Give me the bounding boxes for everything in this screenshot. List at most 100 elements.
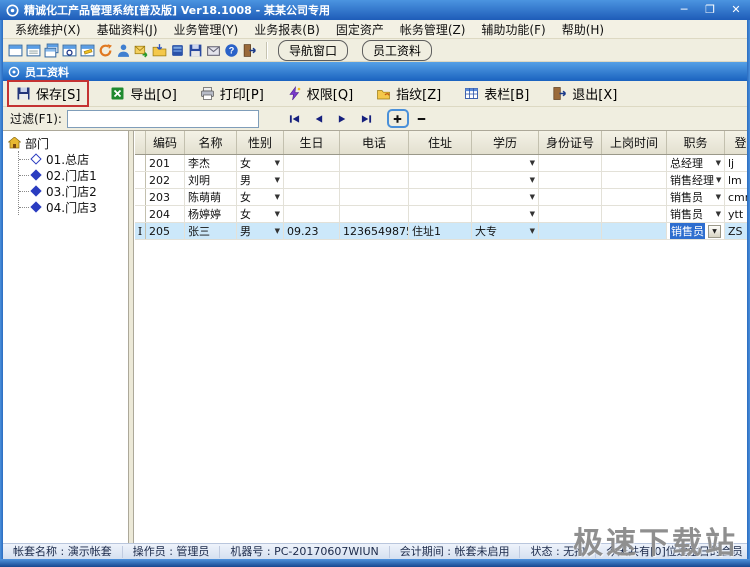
column-header-7[interactable]: 学历 [472, 131, 539, 154]
menu-item-2[interactable]: 基础资料(J) [89, 19, 166, 40]
action-button-6[interactable]: 表栏[B] [457, 82, 536, 105]
maximize-button[interactable]: ❐ [702, 3, 718, 17]
table-row[interactable]: 201李杰女▼▼总经理▼lj [135, 155, 747, 172]
menu-item-1[interactable]: 系统维护(X) [7, 19, 89, 40]
grid-cell[interactable]: 女▼ [237, 155, 284, 171]
dropdown-arrow-icon[interactable]: ▼ [528, 227, 535, 235]
grid-cell[interactable]: lm [725, 172, 747, 188]
cascade-windows-icon[interactable] [44, 43, 59, 58]
menu-item-5[interactable]: 固定资产 [328, 19, 392, 40]
help-icon[interactable]: ? [224, 43, 239, 58]
dropdown-arrow-icon[interactable]: ▼ [273, 227, 280, 235]
grid-cell[interactable]: 205 [146, 223, 185, 239]
add-record-button[interactable] [387, 109, 409, 128]
navigation-window-button[interactable]: 导航窗口 [278, 40, 348, 61]
tree-item-4[interactable]: 04.门店3 [19, 199, 126, 215]
dropdown-arrow-icon[interactable]: ▼ [273, 210, 280, 218]
grid-cell[interactable] [340, 189, 409, 205]
column-header-9[interactable]: 上岗时间 [602, 131, 667, 154]
close-button[interactable]: ✕ [728, 3, 744, 17]
column-header-1[interactable]: 编码 [146, 131, 185, 154]
menu-item-8[interactable]: 帮助(H) [554, 19, 612, 40]
grid-cell[interactable]: cmm [725, 189, 747, 205]
grid-cell[interactable]: 住址1 [409, 223, 472, 239]
grid-cell[interactable]: ▼ [472, 189, 539, 205]
table-row[interactable]: 202刘明男▼▼销售经理▼lm [135, 172, 747, 189]
grid-cell[interactable]: 202 [146, 172, 185, 188]
menu-item-7[interactable]: 辅助功能(F) [473, 19, 553, 40]
action-button-4[interactable]: 权限[Q] [280, 82, 360, 105]
search-window-icon[interactable] [62, 43, 77, 58]
grid-cell[interactable] [409, 189, 472, 205]
grid-cell[interactable] [539, 155, 602, 171]
grid-cell[interactable]: lj [725, 155, 747, 171]
grid-cell[interactable] [602, 172, 667, 188]
tree-grid-splitter[interactable] [129, 131, 134, 543]
grid-cell[interactable] [409, 172, 472, 188]
grid-cell[interactable] [284, 206, 340, 222]
grid-cell[interactable]: 大专▼ [472, 223, 539, 239]
column-header-4[interactable]: 生日 [284, 131, 340, 154]
grid-cell[interactable] [284, 172, 340, 188]
mail-export-icon[interactable] [134, 43, 149, 58]
next-record-button[interactable] [333, 111, 353, 127]
grid-cell[interactable]: 203 [146, 189, 185, 205]
table-row[interactable]: I205张三男▼09.2312365498751住址1大专▼销售员▼ZS [135, 223, 747, 240]
dropdown-arrow-icon[interactable]: ▼ [528, 193, 535, 201]
grid-cell[interactable]: 09.23 [284, 223, 340, 239]
dropdown-arrow-icon[interactable]: ▼ [528, 176, 535, 184]
exit-door-icon[interactable] [242, 43, 257, 58]
dropdown-arrow-icon[interactable]: ▼ [714, 159, 721, 167]
grid-cell[interactable] [602, 223, 667, 239]
grid-cell[interactable]: 12365498751 [340, 223, 409, 239]
delete-record-button[interactable] [412, 111, 432, 127]
table-row[interactable]: 203陈萌萌女▼▼销售员▼cmm [135, 189, 747, 206]
menu-item-4[interactable]: 业务报表(B) [246, 19, 328, 40]
grid-cell[interactable]: 陈萌萌 [185, 189, 237, 205]
dropdown-arrow-icon[interactable]: ▼ [714, 176, 721, 184]
folder-import-icon[interactable] [152, 43, 167, 58]
grid-cell[interactable] [409, 206, 472, 222]
tree-root-departments[interactable]: 部门 [8, 135, 126, 151]
grid-cell[interactable]: ▼ [472, 155, 539, 171]
grid-cell[interactable]: 刘明 [185, 172, 237, 188]
grid-cell[interactable]: 李杰 [185, 155, 237, 171]
tree-item-3[interactable]: 03.门店2 [19, 183, 126, 199]
grid-cell[interactable]: 销售员▼ [667, 223, 725, 239]
action-button-1[interactable]: 保存[S] [7, 80, 89, 107]
column-header-8[interactable]: 身份证号 [539, 131, 602, 154]
grid-cell[interactable]: 女▼ [237, 189, 284, 205]
grid-cell[interactable] [340, 206, 409, 222]
tree-item-2[interactable]: 02.门店1 [19, 167, 126, 183]
grid-cell[interactable] [340, 172, 409, 188]
first-record-button[interactable] [285, 111, 305, 127]
dropdown-arrow-icon[interactable]: ▼ [714, 193, 721, 201]
column-header-6[interactable]: 住址 [409, 131, 472, 154]
grid-cell[interactable]: 张三 [185, 223, 237, 239]
dropdown-arrow-icon[interactable]: ▼ [528, 210, 535, 218]
database-icon[interactable] [170, 43, 185, 58]
grid-cell[interactable]: 男▼ [237, 223, 284, 239]
dropdown-arrow-icon[interactable]: ▼ [714, 210, 721, 218]
save-icon[interactable] [188, 43, 203, 58]
dropdown-arrow-icon[interactable]: ▼ [273, 159, 280, 167]
grid-cell[interactable]: ZS [725, 223, 747, 239]
dropdown-arrow-icon[interactable]: ▼ [273, 176, 280, 184]
grid-cell[interactable]: 204 [146, 206, 185, 222]
menu-item-3[interactable]: 业务管理(Y) [166, 19, 247, 40]
grid-cell[interactable]: 201 [146, 155, 185, 171]
action-button-5[interactable]: 指纹[Z] [369, 82, 448, 105]
grid-cell[interactable] [602, 189, 667, 205]
column-header-10[interactable]: 职务 [667, 131, 725, 154]
grid-cell[interactable] [539, 189, 602, 205]
form-icon[interactable] [26, 43, 41, 58]
mail-icon[interactable] [206, 43, 221, 58]
grid-cell[interactable]: 总经理▼ [667, 155, 725, 171]
grid-cell[interactable]: 销售员▼ [667, 189, 725, 205]
window-icon[interactable] [8, 43, 23, 58]
grid-cell[interactable] [284, 189, 340, 205]
column-header-3[interactable]: 性别 [237, 131, 284, 154]
column-header-2[interactable]: 名称 [185, 131, 237, 154]
grid-cell[interactable]: 销售经理▼ [667, 172, 725, 188]
grid-cell[interactable] [340, 155, 409, 171]
